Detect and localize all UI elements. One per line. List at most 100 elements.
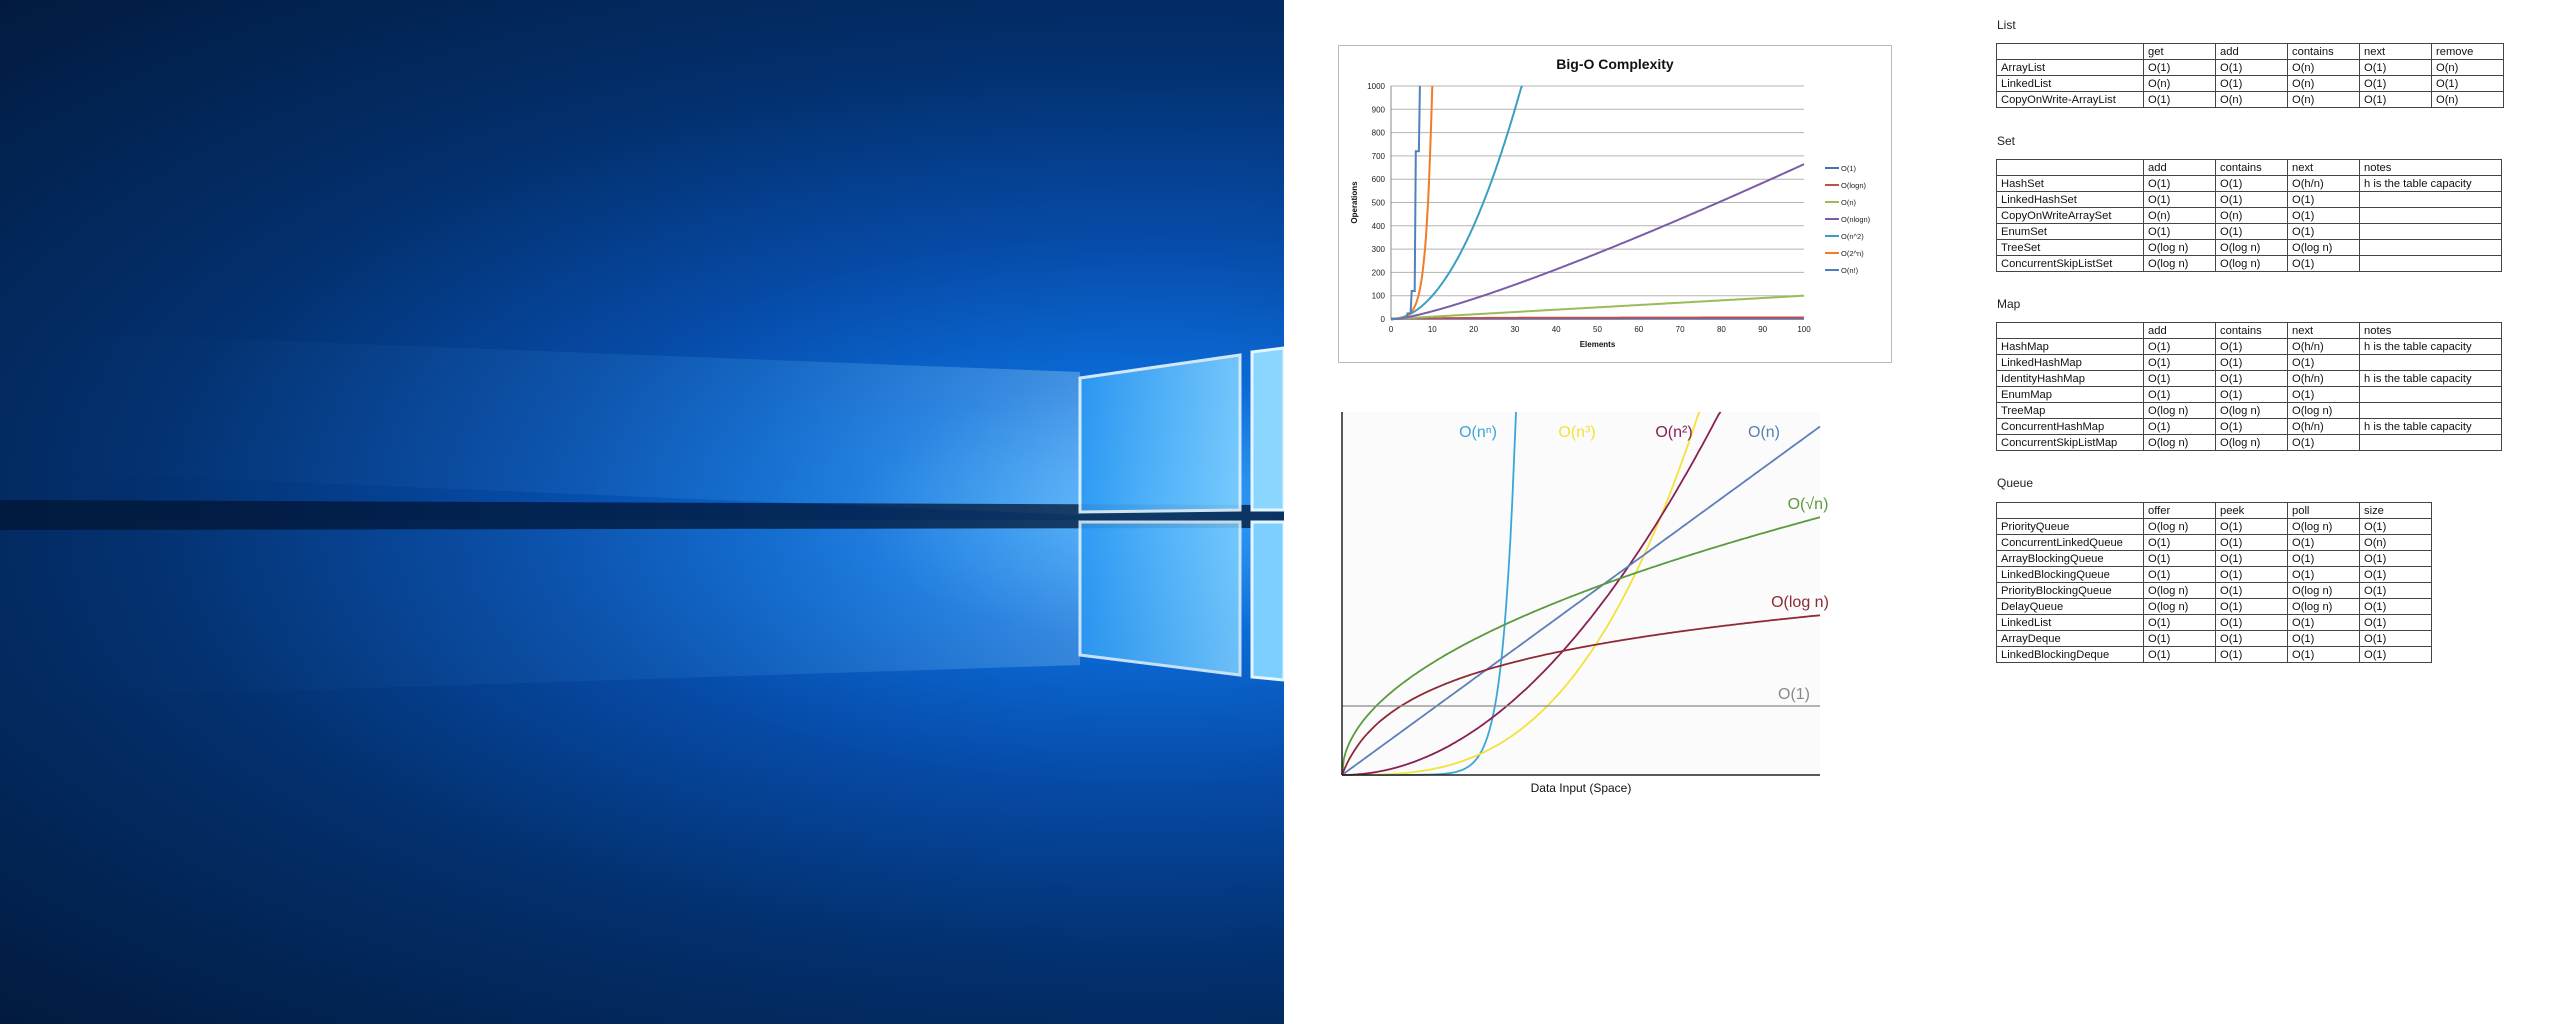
table-cell: O(1) — [2359, 550, 2432, 567]
map-complexity-table: add contains next notes HashMap O(1) O(1) O(h/n… — [1996, 322, 2502, 451]
table-cell: O(log n) — [2143, 239, 2216, 256]
table-header-row: offer peek poll size — [1996, 502, 2432, 519]
row-label-cell: CopyOnWriteArraySet — [1996, 207, 2144, 224]
series-label: O(n³) — [1558, 424, 1595, 441]
row-label-cell: CopyOnWrite-ArrayList — [1996, 91, 2144, 108]
table-cell: O(log n) — [2215, 255, 2288, 272]
table-cell: O(n) — [2215, 91, 2288, 108]
y-tick-label: 900 — [1372, 105, 1386, 114]
table-cell: O(1) — [2359, 75, 2432, 92]
row-label-cell: ConcurrentSkipListMap — [1996, 434, 2144, 451]
column-header: notes — [2359, 322, 2502, 339]
row-label-cell: PriorityQueue — [1996, 518, 2144, 535]
big-o-complexity-chart: Big-O Complexity 0 100 200 300 400 500 600 700 80… — [1338, 45, 1892, 363]
table-cell: O(1) — [2359, 582, 2432, 599]
row-label-cell: HashSet — [1996, 175, 2144, 192]
x-tick-label: 90 — [1758, 325, 1767, 334]
table-cell: O(1) — [2287, 386, 2360, 403]
windows-logo-light — [0, 330, 1284, 700]
row-label-cell: ConcurrentLinkedQueue — [1996, 534, 2144, 551]
row-label-cell: HashMap — [1996, 338, 2144, 355]
table-cell: O(n) — [2359, 534, 2432, 551]
column-header: get — [2143, 43, 2216, 60]
section-title-list: List — [1997, 18, 2016, 32]
legend-label: O(2^n) — [1841, 249, 1864, 258]
column-header: next — [2359, 43, 2432, 60]
y-tick-label: 0 — [1381, 315, 1386, 324]
y-tick-label: 100 — [1372, 292, 1386, 301]
x-tick-label: 60 — [1634, 325, 1643, 334]
series-label: O(nⁿ) — [1459, 424, 1497, 441]
x-axis-label: Data Input (Space) — [1531, 781, 1632, 795]
table-row: PriorityQueue O(log n) O(1) O(log n) O(1) — [1996, 518, 2432, 535]
column-header: remove — [2431, 43, 2504, 60]
table-cell: O(1) — [2215, 59, 2288, 76]
table-cell: O(1) — [2359, 598, 2432, 615]
table-row: LinkedHashMap O(1) O(1) O(1) — [1996, 354, 2502, 371]
table-cell: O(1) — [2143, 534, 2216, 551]
table-cell: O(1) — [2359, 518, 2432, 535]
table-cell: O(log n) — [2287, 239, 2360, 256]
column-header: add — [2143, 322, 2216, 339]
table-row: ArrayList O(1) O(1) O(n) O(1) O(n) — [1996, 59, 2504, 76]
table-row: ConcurrentSkipListMap O(log n) O(log n) O(1… — [1996, 434, 2502, 451]
table-cell: O(h/n) — [2287, 418, 2360, 435]
column-header: poll — [2287, 502, 2360, 519]
column-header: peek — [2215, 502, 2288, 519]
table-row: LinkedHashSet O(1) O(1) O(1) — [1996, 191, 2502, 208]
table-cell: O(1) — [2215, 418, 2288, 435]
x-tick-label: 20 — [1469, 325, 1478, 334]
table-cell: O(1) — [2215, 534, 2288, 551]
column-header: offer — [2143, 502, 2216, 519]
table-cell: O(1) — [2215, 566, 2288, 583]
x-axis-label: Elements — [1580, 340, 1616, 349]
table-cell: O(log n) — [2287, 582, 2360, 599]
row-label-cell: LinkedBlockingQueue — [1996, 566, 2144, 583]
column-header — [1996, 159, 2144, 176]
table-cell: O(log n) — [2143, 402, 2216, 419]
legend-label: O(n!) — [1841, 266, 1859, 275]
table-row: TreeSet O(log n) O(log n) O(log n) — [1996, 239, 2502, 256]
table-cell: O(h/n) — [2287, 175, 2360, 192]
column-header — [1996, 43, 2144, 60]
column-header: add — [2143, 159, 2216, 176]
table-row: LinkedList O(n) O(1) O(n) O(1) O(1) — [1996, 75, 2504, 92]
table-cell: O(n) — [2287, 75, 2360, 92]
table-cell: O(1) — [2287, 223, 2360, 240]
table-cell: O(1) — [2215, 550, 2288, 567]
table-row: CopyOnWriteArraySet O(n) O(n) O(1) — [1996, 207, 2502, 224]
row-label-cell: EnumMap — [1996, 386, 2144, 403]
table-cell — [2359, 354, 2502, 371]
table-cell: O(1) — [2215, 630, 2288, 647]
table-cell: O(1) — [2215, 386, 2288, 403]
table-cell: O(1) — [2287, 354, 2360, 371]
x-tick-label: 70 — [1676, 325, 1685, 334]
table-cell: O(1) — [2215, 582, 2288, 599]
column-header: contains — [2287, 43, 2360, 60]
table-cell: O(n) — [2287, 59, 2360, 76]
legend-label: O(logn) — [1841, 181, 1867, 190]
table-cell: O(log n) — [2143, 598, 2216, 615]
table-cell: O(log n) — [2287, 518, 2360, 535]
table-cell: O(log n) — [2287, 402, 2360, 419]
table-cell: O(1) — [2215, 370, 2288, 387]
column-header — [1996, 322, 2144, 339]
x-tick-label: 40 — [1552, 325, 1561, 334]
table-cell: O(1) — [2215, 614, 2288, 631]
table-cell: O(log n) — [2215, 402, 2288, 419]
row-label-cell: ArrayBlockingQueue — [1996, 550, 2144, 567]
column-header: contains — [2215, 322, 2288, 339]
table-row: ConcurrentHashMap O(1) O(1) O(h/n) h is the … — [1996, 418, 2502, 435]
table-cell: O(1) — [2287, 434, 2360, 451]
table-cell: O(1) — [2359, 630, 2432, 647]
table-cell: h is the table capacity — [2359, 370, 2502, 387]
table-cell: O(log n) — [2215, 434, 2288, 451]
table-cell — [2359, 434, 2502, 451]
table-cell: O(n) — [2143, 75, 2216, 92]
column-header: size — [2359, 502, 2432, 519]
table-header-row: add contains next notes — [1996, 322, 2502, 339]
legend-label: O(n) — [1841, 198, 1857, 207]
x-tick-label: 100 — [1797, 325, 1811, 334]
table-cell: O(1) — [2143, 338, 2216, 355]
x-tick-label: 50 — [1593, 325, 1602, 334]
